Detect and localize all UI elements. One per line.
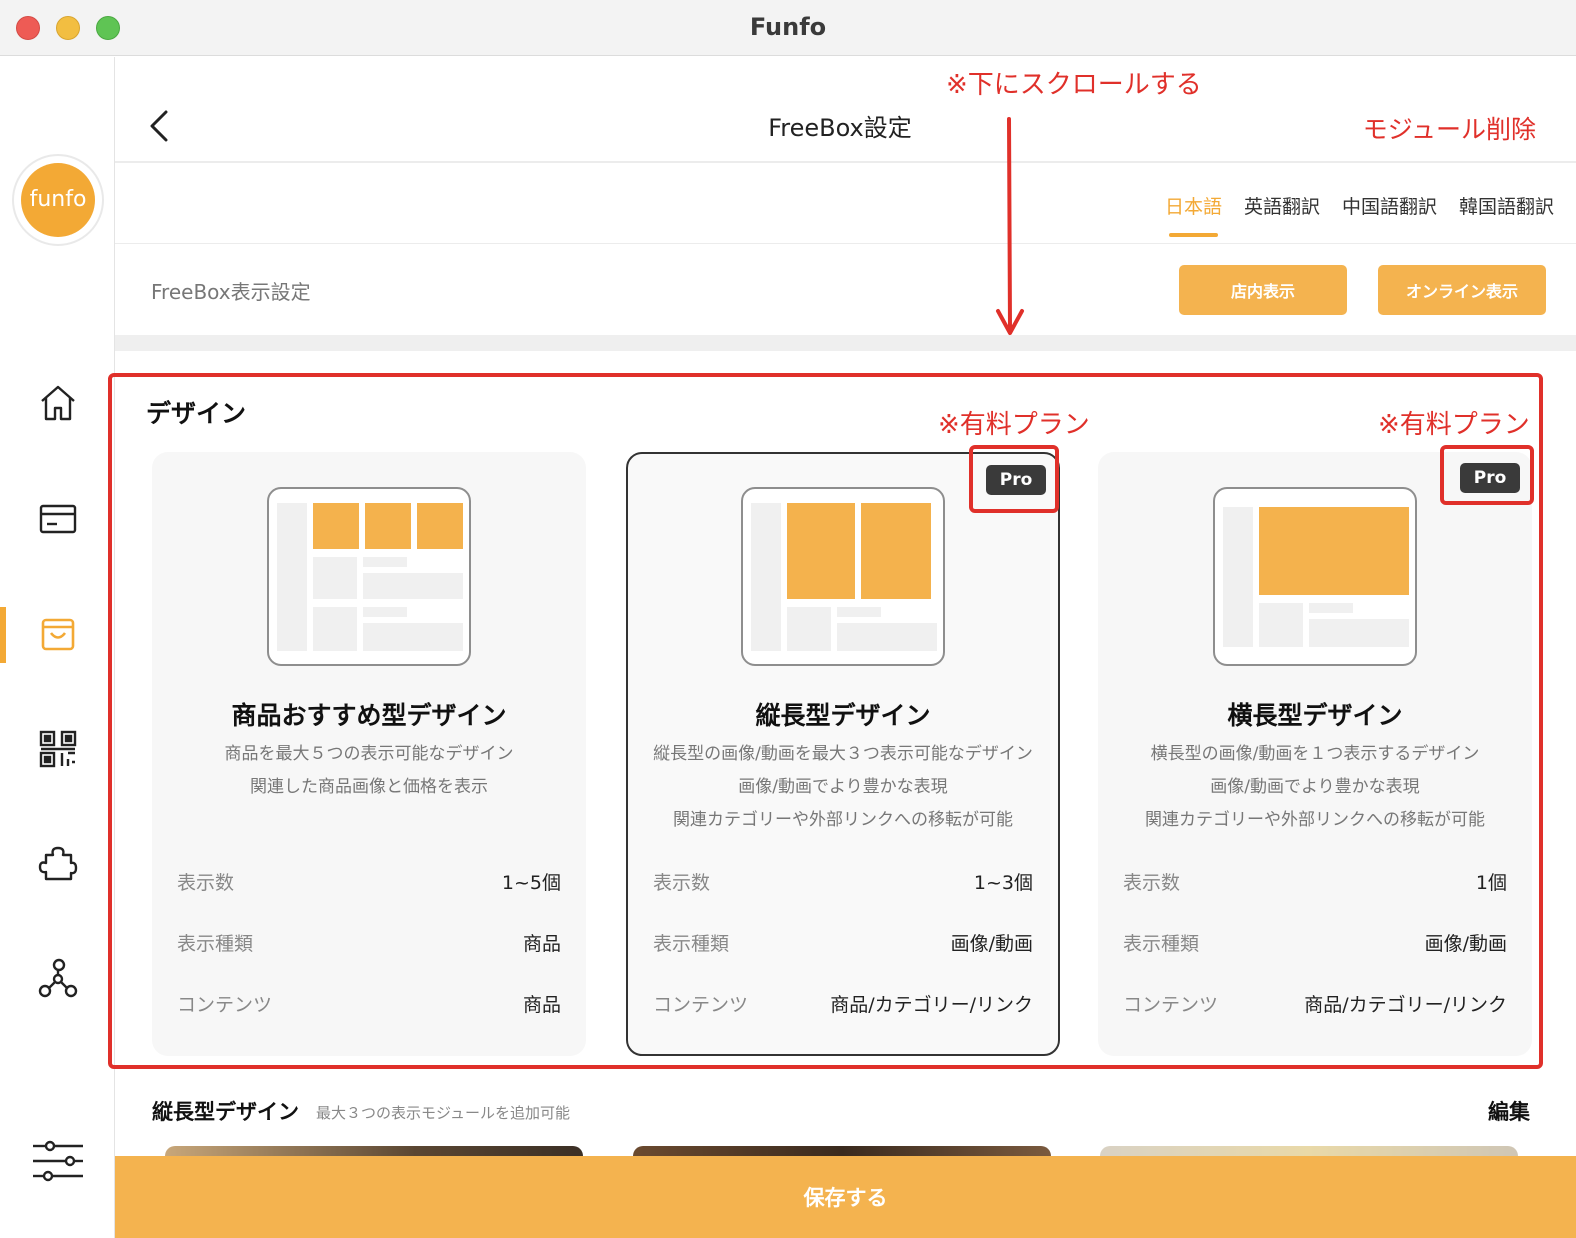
window-title: Funfo	[749, 13, 827, 41]
logo-text: funfo	[21, 163, 95, 237]
display-settings-label: FreeBox表示設定	[151, 280, 311, 304]
edit-button[interactable]: 編集	[1488, 1096, 1530, 1126]
nav-active-indicator	[0, 607, 6, 663]
puzzle-icon[interactable]	[32, 837, 84, 889]
pro-highlight-box	[1440, 445, 1534, 505]
tab-chinese[interactable]: 中国語翻訳	[1342, 192, 1437, 231]
tabs-divider	[115, 243, 1576, 244]
chevron-left-icon	[150, 110, 168, 142]
sidebar: funfo	[0, 57, 115, 1238]
share-network-icon[interactable]	[32, 952, 84, 1004]
qr-code-icon[interactable]	[32, 723, 84, 775]
funfo-logo[interactable]: funfo	[12, 154, 104, 246]
window-titlebar: Funfo	[0, 0, 1576, 56]
tab-japanese[interactable]: 日本語	[1165, 192, 1222, 237]
tab-korean[interactable]: 韓国語翻訳	[1459, 192, 1554, 231]
back-button[interactable]	[140, 104, 180, 148]
shop-bag-icon[interactable]	[32, 608, 84, 660]
delete-module-annotation: モジュール削除	[1362, 115, 1536, 144]
tab-english[interactable]: 英語翻訳	[1244, 192, 1320, 231]
online-display-button[interactable]: オンライン表示	[1378, 265, 1546, 315]
save-button[interactable]: 保存する	[115, 1156, 1576, 1238]
design-highlight-box	[108, 373, 1543, 1069]
sliders-icon[interactable]	[30, 1135, 86, 1187]
language-tabs: 日本語 英語翻訳 中国語翻訳 韓国語翻訳	[1165, 192, 1554, 237]
module-section-title: 縦長型デザイン	[152, 1100, 299, 1124]
scroll-annotation: ※下にスクロールする	[946, 70, 1202, 100]
store-display-button[interactable]: 店内表示	[1179, 265, 1347, 315]
card-icon[interactable]	[32, 493, 84, 545]
pro-highlight-box	[969, 445, 1059, 513]
section-separator	[115, 335, 1576, 351]
module-section-note: 最大３つの表示モジュールを追加可能	[316, 1104, 570, 1122]
page-title: FreeBox設定	[768, 114, 912, 142]
header-divider	[115, 161, 1576, 163]
down-arrow-annotation	[996, 117, 1024, 335]
home-icon[interactable]	[32, 377, 84, 429]
